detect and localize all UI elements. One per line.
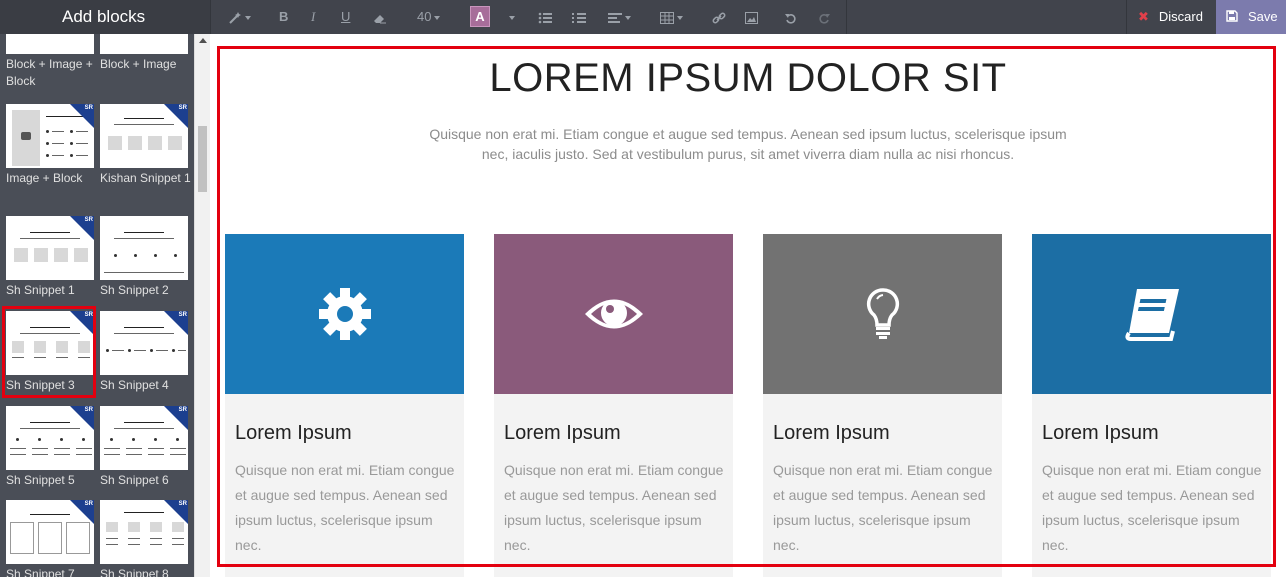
badge: SR	[178, 501, 187, 507]
selected-block-highlight	[2, 306, 96, 398]
page-title[interactable]: LOREM IPSUM DOLOR SIT	[210, 56, 1286, 101]
gear-icon	[318, 288, 371, 340]
feature-card[interactable]: Lorem Ipsum Quisque non erat mi. Etiam c…	[1032, 234, 1271, 577]
card-title[interactable]: Lorem Ipsum	[773, 422, 890, 445]
card-title[interactable]: Lorem Ipsum	[504, 422, 621, 445]
sidebar-title: Add blocks	[0, 0, 210, 34]
block-thumbnail: SR	[100, 406, 188, 470]
close-icon: ✖	[1138, 9, 1149, 24]
eraser-button[interactable]	[373, 0, 387, 34]
text-color-button[interactable]: A	[470, 6, 490, 27]
block-thumbnail: SR	[100, 311, 188, 375]
badge: SR	[84, 501, 93, 507]
card-header	[225, 234, 464, 394]
page-subtitle[interactable]: Quisque non erat mi. Etiam congue et aug…	[422, 124, 1074, 164]
block-label: Block + Image + Block	[6, 57, 93, 88]
image-icon	[745, 11, 758, 24]
block-thumbnail: SR	[6, 104, 94, 168]
block-thumbnail: SR	[100, 500, 188, 564]
undo-button[interactable]	[785, 0, 797, 34]
block-label: Sh Snippet 6	[100, 473, 169, 487]
save-label: Save	[1248, 9, 1278, 24]
bold-button[interactable]: B	[279, 0, 288, 34]
underline-button[interactable]: U	[341, 0, 350, 34]
badge: SR	[84, 105, 93, 111]
eraser-icon	[374, 14, 386, 24]
book-icon	[1124, 289, 1179, 341]
block-label: Image + Block	[6, 171, 83, 185]
block-label: Sh Snippet 7	[6, 567, 75, 577]
blocks-sidebar: Add blocks Block + Image + Block Block +…	[0, 0, 210, 577]
badge: SR	[84, 217, 93, 223]
card-header	[763, 234, 1002, 394]
save-button[interactable]: Save	[1216, 0, 1286, 34]
badge: SR	[178, 105, 187, 111]
link-button[interactable]	[712, 0, 726, 34]
badge: SR	[178, 407, 187, 413]
eye-icon	[584, 299, 643, 329]
align-left-icon	[608, 12, 622, 23]
block-thumbnail: SR	[6, 406, 94, 470]
badge: SR	[84, 407, 93, 413]
block-label: Sh Snippet 5	[6, 473, 75, 487]
magic-wand-dropdown[interactable]	[228, 0, 251, 34]
card-body[interactable]: Quisque non erat mi. Etiam congue et aug…	[773, 458, 998, 558]
card-body[interactable]: Quisque non erat mi. Etiam congue et aug…	[1042, 458, 1267, 558]
editor-app: Add blocks Block + Image + Block Block +…	[0, 0, 1286, 577]
card-title[interactable]: Lorem Ipsum	[1042, 422, 1159, 445]
scrollbar-thumb[interactable]	[198, 126, 207, 192]
block-label: Sh Snippet 2	[100, 283, 169, 297]
redo-icon	[819, 13, 830, 24]
link-icon	[712, 12, 726, 24]
badge: SR	[178, 312, 187, 318]
editor-toolbar: B I U 40 A ✖ Discard Save	[210, 0, 1286, 34]
font-size-value: 40	[417, 9, 432, 24]
paragraph-align-dropdown[interactable]	[608, 0, 631, 34]
floppy-disk-icon	[1226, 10, 1238, 22]
numbered-list-button[interactable]	[572, 0, 586, 34]
font-size-dropdown[interactable]: 40	[417, 0, 441, 34]
discard-button[interactable]: ✖ Discard	[1126, 0, 1216, 34]
block-label: Sh Snippet 8	[100, 567, 169, 577]
card-body[interactable]: Quisque non erat mi. Etiam congue et aug…	[235, 458, 460, 558]
sidebar-scrollbar[interactable]	[194, 34, 210, 577]
feature-card[interactable]: Lorem Ipsum Quisque non erat mi. Etiam c…	[225, 234, 464, 577]
card-body[interactable]: Quisque non erat mi. Etiam congue et aug…	[504, 458, 729, 558]
block-thumbnail: SR	[100, 104, 188, 168]
image-button[interactable]	[745, 0, 759, 34]
block-label: Kishan Snippet 1	[100, 171, 191, 185]
undo-icon	[785, 13, 796, 24]
lightbulb-icon	[866, 288, 899, 339]
block-thumbnail: SR	[6, 216, 94, 280]
magic-wand-icon	[229, 11, 241, 24]
italic-button[interactable]: I	[311, 0, 315, 34]
block-thumbnail	[6, 34, 94, 54]
redo-button[interactable]	[818, 0, 830, 34]
feature-card[interactable]: Lorem Ipsum Quisque non erat mi. Etiam c…	[763, 234, 1002, 577]
page-canvas[interactable]: LOREM IPSUM DOLOR SIT Quisque non erat m…	[210, 34, 1286, 577]
block-thumbnail	[100, 216, 188, 280]
table-icon	[660, 11, 674, 24]
bullet-list-button[interactable]	[538, 0, 552, 34]
table-dropdown[interactable]	[660, 0, 683, 34]
camera-icon	[21, 132, 31, 140]
numbered-list-icon	[572, 12, 586, 23]
scroll-up-arrow-icon[interactable]	[199, 38, 207, 43]
block-label: Sh Snippet 4	[100, 378, 169, 392]
block-thumbnail: SR	[6, 500, 94, 564]
block-label: Sh Snippet 1	[6, 283, 75, 297]
background-color-dropdown[interactable]	[506, 0, 515, 34]
card-title[interactable]: Lorem Ipsum	[235, 422, 352, 445]
block-thumbnail	[100, 34, 188, 54]
bullet-list-icon	[538, 12, 552, 23]
feature-card[interactable]: Lorem Ipsum Quisque non erat mi. Etiam c…	[494, 234, 733, 577]
block-label: Block + Image	[100, 57, 177, 71]
blocks-list: Block + Image + Block Block + Image SR I…	[0, 34, 194, 577]
card-header	[1032, 234, 1271, 394]
discard-label: Discard	[1158, 9, 1203, 24]
card-header	[494, 234, 733, 394]
